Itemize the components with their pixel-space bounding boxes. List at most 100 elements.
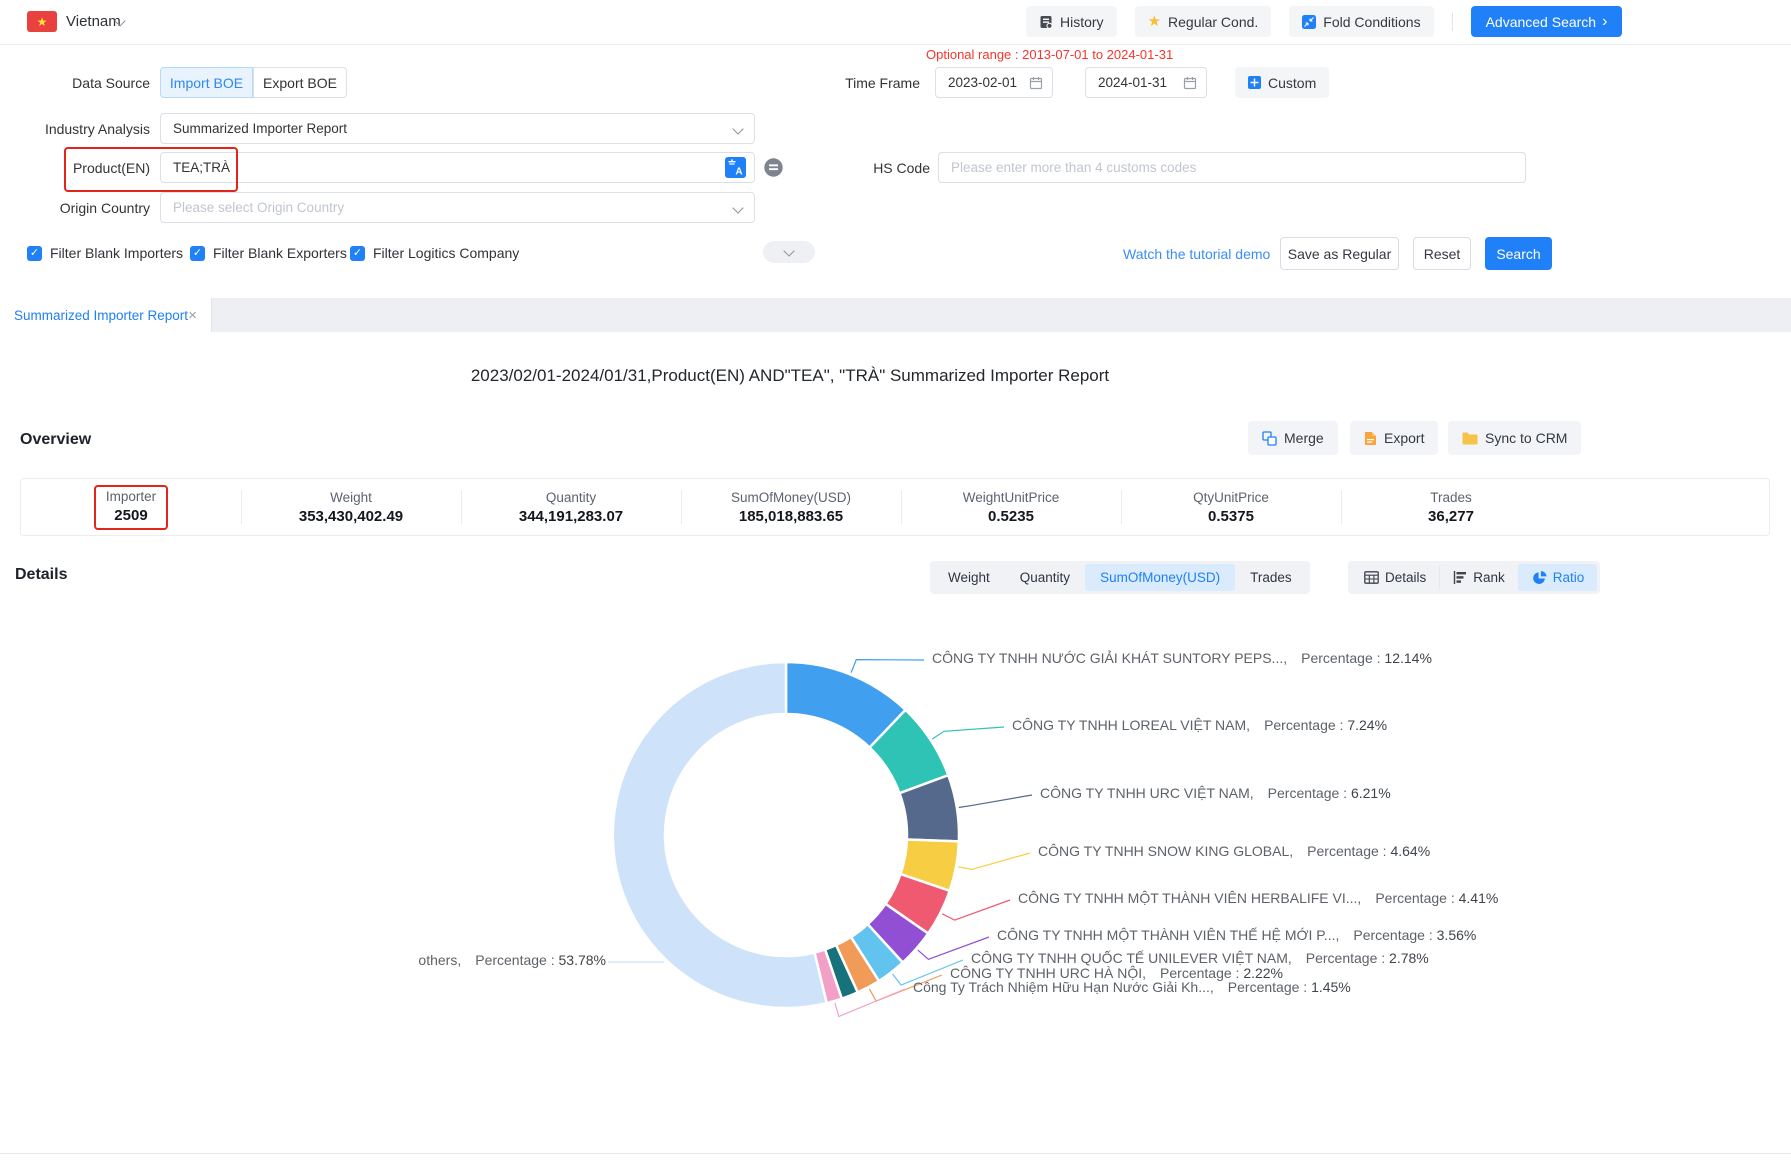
date-to-input[interactable]: 2024-01-31: [1085, 67, 1207, 98]
stat-value: 353,430,402.49: [299, 508, 403, 525]
advanced-search-button[interactable]: Advanced Search ›: [1471, 6, 1623, 37]
stat-label: SumOfMoney(USD): [731, 490, 851, 505]
tab-quantity[interactable]: Quantity: [1005, 564, 1085, 591]
origin-country-select[interactable]: Please select Origin Country: [160, 192, 755, 223]
report-title: 2023/02/01-2024/01/31,Product(EN) AND"TE…: [0, 366, 1580, 386]
tab-sum-of-money[interactable]: SumOfMoney(USD): [1085, 564, 1235, 591]
tab-weight[interactable]: Weight: [933, 564, 1005, 591]
calendar-icon[interactable]: [1183, 76, 1197, 90]
import-boe-tab[interactable]: Import BOE: [160, 67, 253, 98]
pie-label-0: CÔNG TY TNHH NƯỚC GIẢI KHÁT SUNTORY PEPS…: [932, 650, 1432, 666]
stat-label: Importer: [106, 489, 156, 504]
stat-sum-of-money: SumOfMoney(USD) 185,018,883.65: [681, 479, 901, 535]
export-icon: [1364, 431, 1377, 446]
date-to-value: 2024-01-31: [1098, 75, 1167, 90]
chevron-down-icon: [732, 123, 743, 134]
pie-label-5: CÔNG TY TNHH MỘT THÀNH VIÊN THẾ HỆ MỚI P…: [997, 927, 1476, 943]
industry-analysis-select[interactable]: Summarized Importer Report: [160, 113, 755, 144]
calendar-icon[interactable]: [1029, 76, 1043, 90]
country-selector[interactable]: Vietnam: [66, 13, 121, 30]
fold-conditions-button[interactable]: Fold Conditions: [1289, 6, 1433, 37]
hs-code-placeholder: Please enter more than 4 customs codes: [951, 160, 1196, 175]
stat-label: Weight: [330, 490, 372, 505]
merge-button[interactable]: Merge: [1248, 421, 1338, 455]
donut-svg: [0, 600, 1791, 1153]
pie-label-6: CÔNG TY TNHH QUỐC TẾ UNILEVER VIỆT NAM,P…: [971, 950, 1429, 966]
time-frame-label: Time Frame: [770, 75, 920, 91]
advanced-search-label: Advanced Search: [1486, 14, 1597, 30]
details-heading: Details: [15, 566, 67, 584]
stat-value: 36,277: [1428, 508, 1474, 525]
close-icon[interactable]: ×: [188, 308, 197, 323]
tutorial-link[interactable]: Watch the tutorial demo: [1123, 246, 1270, 262]
tab-summarized-importer-report[interactable]: Summarized Importer Report ×: [0, 298, 212, 332]
pie-label-1: CÔNG TY TNHH LOREAL VIỆT NAM,Percentage …: [1012, 717, 1387, 733]
view-details-button[interactable]: Details: [1351, 564, 1439, 591]
stat-trades: Trades 36,277: [1341, 479, 1561, 535]
stat-qty-unit-price: QtyUnitPrice 0.5375: [1121, 479, 1341, 535]
stat-label: QtyUnitPrice: [1193, 490, 1269, 505]
view-ratio-label: Ratio: [1553, 570, 1585, 585]
history-button[interactable]: History: [1026, 6, 1117, 37]
date-from-input[interactable]: 2023-02-01: [935, 67, 1053, 98]
stat-weight-unit-price: WeightUnitPrice 0.5235: [901, 479, 1121, 535]
chevron-down-icon: [783, 245, 794, 256]
save-as-regular-button[interactable]: Save as Regular: [1280, 237, 1399, 270]
view-rank-button[interactable]: Rank: [1439, 564, 1518, 591]
industry-analysis-label: Industry Analysis: [0, 121, 150, 137]
vietnam-flag-icon: ★: [27, 11, 57, 32]
pie-label-9: Công Ty Trách Nhiệm Hữu Hạn Nước Giải Kh…: [913, 979, 1351, 995]
pie-leader-4: [942, 900, 1010, 920]
section-divider: [0, 1153, 1791, 1154]
translate-icon[interactable]: A: [725, 157, 746, 178]
filter-blank-exporters-checkbox[interactable]: ✓ Filter Blank Exporters: [190, 245, 347, 261]
folder-sync-icon: [1462, 432, 1478, 445]
stat-value: 344,191,283.07: [519, 508, 623, 525]
view-details-label: Details: [1385, 570, 1426, 585]
tab-strip: Summarized Importer Report ×: [0, 298, 1791, 332]
date-from-value: 2023-02-01: [948, 75, 1017, 90]
stat-label: WeightUnitPrice: [963, 490, 1060, 505]
regular-cond-button[interactable]: ★ Regular Cond.: [1135, 6, 1272, 37]
filter-logitics-company-label: Filter Logitics Company: [373, 245, 519, 261]
tab-title: Summarized Importer Report: [14, 308, 188, 323]
export-button[interactable]: Export: [1350, 421, 1438, 455]
checkbox-checked-icon: ✓: [27, 246, 42, 261]
filter-blank-importers-checkbox[interactable]: ✓ Filter Blank Importers: [27, 245, 183, 261]
metric-tabs: Weight Quantity SumOfMoney(USD) Trades: [930, 561, 1310, 594]
stat-value: 2509: [114, 507, 147, 524]
regular-cond-label: Regular Cond.: [1168, 14, 1258, 30]
product-en-label: Product(EN): [0, 160, 150, 176]
overview-heading: Overview: [20, 431, 91, 449]
reset-button[interactable]: Reset: [1413, 237, 1471, 270]
topbar: ★ Vietnam History ★ Regular Cond. Fold C…: [0, 0, 1791, 45]
merge-label: Merge: [1284, 430, 1324, 446]
view-ratio-button[interactable]: Ratio: [1518, 564, 1598, 591]
star-icon: ★: [1148, 14, 1161, 29]
fold-conditions-label: Fold Conditions: [1323, 14, 1420, 30]
checkbox-checked-icon: ✓: [350, 246, 365, 261]
collapse-conditions-button[interactable]: [763, 241, 815, 263]
pie-leader-2: [959, 795, 1032, 808]
search-button[interactable]: Search: [1485, 237, 1552, 270]
pie-label-4: CÔNG TY TNHH MỘT THÀNH VIÊN HERBALIFE VI…: [1018, 890, 1498, 906]
tab-trades[interactable]: Trades: [1235, 564, 1307, 591]
stat-quantity: Quantity 344,191,283.07: [461, 479, 681, 535]
history-label: History: [1060, 14, 1104, 30]
sync-to-crm-button[interactable]: Sync to CRM: [1448, 421, 1581, 455]
topbar-actions: History ★ Regular Cond. Fold Conditions …: [1026, 6, 1622, 37]
data-source-label: Data Source: [0, 75, 150, 91]
pie-leader-0: [851, 660, 924, 673]
pie-label-2: CÔNG TY TNHH URC VIỆT NAM,Percentage : 6…: [1040, 785, 1391, 801]
product-en-input[interactable]: TEA;TRÀ A: [160, 152, 755, 183]
product-en-value: TEA;TRÀ: [173, 160, 230, 175]
stat-value: 0.5375: [1208, 508, 1254, 525]
export-boe-tab[interactable]: Export BOE: [253, 67, 347, 98]
hs-code-input[interactable]: Please enter more than 4 customs codes: [938, 152, 1526, 183]
stat-value: 0.5235: [988, 508, 1034, 525]
stat-weight: Weight 353,430,402.49: [241, 479, 461, 535]
custom-range-button[interactable]: Custom: [1235, 67, 1329, 98]
origin-country-placeholder: Please select Origin Country: [173, 200, 344, 215]
origin-country-label: Origin Country: [0, 200, 150, 216]
filter-logitics-company-checkbox[interactable]: ✓ Filter Logitics Company: [350, 245, 519, 261]
